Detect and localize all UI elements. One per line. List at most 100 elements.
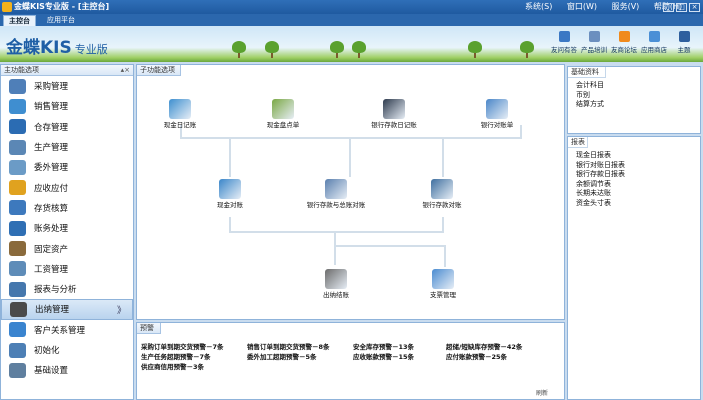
close-button[interactable]: × [689,3,700,12]
pin-icon[interactable]: ▴× [121,65,130,76]
warning-item[interactable]: 销售订单到期交货预警－8条 [247,341,330,351]
shortcut-forum[interactable]: 友商论坛 [609,31,639,54]
nav-item-settings[interactable]: 基础设置 [1,360,133,380]
cashier-close-icon [325,269,347,289]
tab-app-platform[interactable]: 应用平台 [42,15,80,26]
nav-item-label: 固定资产 [34,244,69,255]
refresh-link[interactable]: 刷新 [536,388,548,397]
nav-item-accounting[interactable]: 账务处理 [1,218,133,238]
warning-item[interactable]: 供应商信用预警－3条 [141,361,204,371]
report-link[interactable]: 结算方式 [568,100,700,110]
nav-item-report[interactable]: 报表与分析 [1,279,133,299]
report-link[interactable]: 币别 [568,91,700,101]
maximize-button[interactable]: □ [676,3,687,12]
tree-icon [468,41,482,58]
warning-item[interactable]: 采购订单到期交货预警－7条 [141,341,224,351]
bank-reconcile-node[interactable]: 银行存款对账 [407,179,477,209]
nav-item-production[interactable]: 生产管理 [1,137,133,157]
connector-line [442,217,444,233]
brand-name: 金蝶KIS [6,38,72,58]
brand-logo: 金蝶KIS 专业版 [6,33,108,58]
cashier-icon [10,301,27,317]
shortcut-label: 产品培训 [581,46,607,54]
nav-item-receivable[interactable]: 应收应付 [1,177,133,197]
store-icon [648,31,660,42]
accounting-icon [9,220,26,236]
warning-item[interactable]: 委外加工超期预警－5条 [247,351,317,361]
shortcut-theme[interactable]: 主题 [669,31,699,54]
connector-line [229,217,231,233]
tree-icon [232,41,246,58]
receivable-icon [9,180,26,196]
nav-item-cashier[interactable]: 出纳管理 》 [1,299,133,320]
nav-item-label: 采购管理 [34,82,69,93]
nav-item-init[interactable]: 初始化 [1,340,133,360]
report-link[interactable]: 银行对账日报表 [568,161,700,171]
basic-data-section: 基础资料 会计科目 币别 结算方式 [567,66,701,134]
nav-item-label: 基础设置 [34,366,69,377]
settings-icon [9,362,26,378]
cash-count-node[interactable]: 现金盘点单 [248,99,318,129]
module-list: 采购管理销售管理仓存管理生产管理 委外管理 应收应付存货核算账务处理固定资产工资管理… [1,76,133,380]
shortcut-qa[interactable]: 友问有答 [549,31,579,54]
sales-icon [9,98,26,114]
warning-item[interactable]: 安全库存预警－13条 [353,341,414,351]
bank-statement-node[interactable]: 银行对账单 [462,99,532,129]
bank-journal-node[interactable]: 银行存款日记账 [359,99,429,129]
warning-item[interactable]: 应收账款预警－15条 [353,351,414,361]
purchase-icon [9,78,26,94]
report-link[interactable]: 长期未达账 [568,189,700,199]
tree-icon [352,41,366,58]
menu-system[interactable]: 系统(S) [525,2,552,11]
minimize-button[interactable]: _ [663,3,674,12]
tab-main-console[interactable]: 主控台 [3,15,36,26]
shortcut-store[interactable]: 应用商店 [639,31,669,54]
nav-item-label: 存货核算 [34,203,69,214]
check-management-node[interactable]: 支票管理 [408,269,478,299]
chevron-right-icon: 》 [116,305,126,316]
nav-item-outsource[interactable]: 委外管理 [1,157,133,177]
connector-line [444,245,446,267]
warning-item[interactable]: 超储/短缺库存预警－42条 [446,341,522,351]
tree-icon [265,41,279,58]
cash-reconcile-node[interactable]: 现金对账 [195,179,265,209]
banner: 金蝶KIS 专业版 友问有答 产品培训 友商论坛 应用商店 主题 [0,26,703,62]
section-header: 基础资料 [568,67,606,78]
right-panel: 基础资料 会计科目 币别 结算方式 报表 现金日报表 银行对账日报表 银行存款日报表 余额… [567,64,703,400]
outsource-icon [9,159,26,175]
shortcut-label: 友商论坛 [611,46,637,54]
report-link[interactable]: 银行存款日报表 [568,170,700,180]
window-controls: _ □ × [661,2,700,12]
nav-item-asset[interactable]: 固定资产 [1,238,133,258]
connector-line [442,137,444,177]
init-icon [9,342,26,358]
tree-icon [330,41,344,58]
report-link[interactable]: 资金头寸表 [568,199,700,209]
shortcut-toolbar: 友问有答 产品培训 友商论坛 应用商店 主题 [549,31,699,54]
report-link[interactable]: 余额调节表 [568,180,700,190]
menu-service[interactable]: 服务(V) [612,2,640,11]
nav-item-warehouse[interactable]: 仓存管理 [1,117,133,137]
cash-journal-node[interactable]: 现金日记账 [145,99,215,129]
nav-item-purchase[interactable]: 采购管理 [1,76,133,96]
report-link[interactable]: 会计科目 [568,81,700,91]
warning-item[interactable]: 应付账款预警－25条 [446,351,507,361]
nav-item-label: 初始化 [34,346,60,356]
report-link[interactable]: 现金日报表 [568,151,700,161]
warning-item[interactable]: 生产任务超期预警－7条 [141,351,211,361]
nav-item-crm[interactable]: 客户关系管理 [1,320,133,340]
shortcut-training[interactable]: 产品培训 [579,31,609,54]
bank-ledger-reconcile-node[interactable]: 银行存款与总账对账 [301,179,371,209]
menu-window[interactable]: 窗口(W) [567,2,597,11]
cashier-close-node[interactable]: 出纳结账 [301,269,371,299]
nav-item-inventory[interactable]: 存货核算 [1,198,133,218]
nav-item-label: 仓存管理 [34,122,69,133]
cash-reconcile-icon [219,179,241,199]
sub-function-panel: 子功能选项 现金日记账 现金盘点单 银行存款日记账 银行对账单 现金对账 银行存… [136,64,565,320]
window-title: 金蝶KIS专业版 - [主控台] [14,2,110,11]
nav-item-sales[interactable]: 销售管理 [1,96,133,116]
nav-item-label: 账务处理 [34,224,69,235]
forum-icon [618,31,630,42]
nav-item-salary[interactable]: 工资管理 [1,259,133,279]
cash-count-icon [272,99,294,119]
